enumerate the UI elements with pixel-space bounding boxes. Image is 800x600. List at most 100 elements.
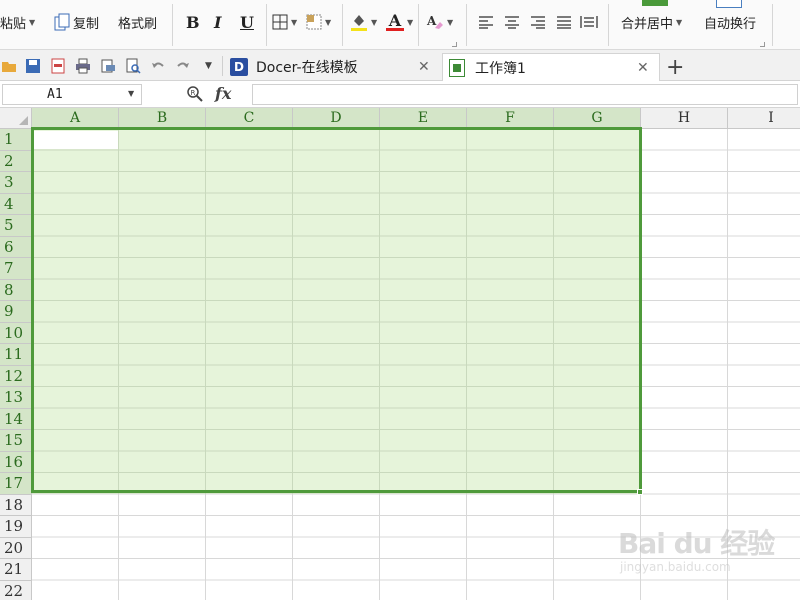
tab-label: Docer-在线模板 — [256, 60, 358, 76]
new-tab-button[interactable]: + — [666, 53, 684, 81]
borders-icon — [272, 14, 288, 30]
merge-icon-partial — [642, 0, 668, 6]
italic-button[interactable]: I — [214, 9, 221, 35]
row-header-21[interactable]: 21 — [0, 559, 32, 581]
customize-toolbar-chevron-icon[interactable]: ▼ — [205, 61, 221, 77]
row-header-10[interactable]: 10 — [0, 322, 32, 344]
column-header-g[interactable]: G — [554, 108, 641, 129]
fill-handle[interactable] — [637, 489, 643, 495]
export-pdf-icon[interactable] — [50, 58, 66, 74]
row-header-14[interactable]: 14 — [0, 408, 32, 430]
row-header-22[interactable]: 22 — [0, 580, 32, 600]
merge-center-button[interactable]: 合并居中 ▼ — [621, 9, 682, 35]
wrap-icon-partial — [716, 0, 742, 8]
fill-color-button[interactable]: ▼ — [350, 9, 377, 35]
align-right-button[interactable] — [530, 9, 546, 35]
row-header-4[interactable]: 4 — [0, 193, 32, 215]
column-header-a[interactable]: A — [32, 108, 119, 129]
row-header-19[interactable]: 19 — [0, 516, 32, 538]
chevron-down-icon[interactable]: ▼ — [447, 18, 453, 27]
column-header-f[interactable]: F — [467, 108, 554, 129]
paste-button[interactable]: 粘贴 ▼ — [0, 9, 35, 35]
clear-format-button[interactable]: A ▼ — [426, 9, 453, 35]
column-header-h[interactable]: H — [641, 108, 728, 129]
name-box[interactable]: A1 — [2, 84, 142, 105]
format-painter-button[interactable]: 格式刷 — [118, 9, 157, 35]
save-icon[interactable] — [25, 58, 41, 74]
row-header-15[interactable]: 15 — [0, 430, 32, 452]
row-header-11[interactable]: 11 — [0, 344, 32, 366]
svg-text:R: R — [191, 89, 196, 97]
alignment-group-launcher-icon[interactable] — [760, 42, 765, 47]
row-header-5[interactable]: 5 — [0, 215, 32, 237]
font-color-button[interactable]: A ▼ — [386, 9, 413, 35]
chevron-down-icon[interactable]: ▼ — [371, 18, 377, 27]
align-right-icon — [530, 15, 546, 29]
find-icon[interactable] — [125, 58, 141, 74]
zoom-icon[interactable]: R — [186, 85, 204, 107]
wrap-text-button[interactable]: 自动换行 — [704, 9, 756, 35]
justify-icon — [556, 15, 572, 29]
font-color-icon: A — [386, 12, 404, 31]
chevron-down-icon[interactable]: ▼ — [291, 18, 297, 27]
row-header-9[interactable]: 9 — [0, 301, 32, 323]
close-icon[interactable]: ✕ — [418, 59, 430, 75]
row-header-7[interactable]: 7 — [0, 258, 32, 280]
font-group-launcher-icon[interactable] — [452, 42, 457, 47]
align-left-button[interactable] — [478, 9, 494, 35]
open-folder-icon[interactable] — [2, 58, 18, 74]
align-left-icon — [478, 15, 494, 29]
chevron-down-icon[interactable]: ▼ — [676, 18, 682, 27]
bold-button[interactable]: B — [186, 9, 200, 35]
copy-button[interactable]: 复制 — [54, 9, 99, 35]
close-icon[interactable]: ✕ — [637, 60, 649, 76]
format-painter-label: 格式刷 — [118, 16, 158, 32]
distribute-button[interactable] — [580, 9, 598, 35]
row-header-8[interactable]: 8 — [0, 279, 32, 301]
docer-icon: D — [230, 58, 248, 76]
chevron-down-icon[interactable]: ▼ — [29, 18, 35, 27]
select-all-corner[interactable] — [0, 108, 32, 129]
column-header-i[interactable]: I — [728, 108, 800, 129]
cell-style-button[interactable]: ▼ — [306, 9, 331, 35]
justify-button[interactable] — [556, 9, 572, 35]
formula-input[interactable] — [252, 84, 798, 105]
align-center-icon — [504, 15, 520, 29]
undo-icon[interactable] — [150, 58, 166, 74]
align-center-button[interactable] — [504, 9, 520, 35]
row-header-2[interactable]: 2 — [0, 150, 32, 172]
chevron-down-icon[interactable]: ▼ — [407, 18, 413, 27]
paste-label: 粘贴 — [0, 16, 27, 32]
tab-docer[interactable]: D Docer-在线模板 ✕ — [230, 53, 440, 81]
row-header-1[interactable]: 1 — [0, 129, 32, 151]
row-header-18[interactable]: 18 — [0, 494, 32, 516]
row-header-20[interactable]: 20 — [0, 537, 32, 559]
tab-label: 工作簿1 — [475, 60, 526, 77]
row-header-6[interactable]: 6 — [0, 236, 32, 258]
underline-button[interactable]: U — [240, 9, 254, 35]
document-tab-bar: ▼ D Docer-在线模板 ✕ 工作簿1 ✕ + — [0, 50, 800, 81]
copy-icon — [54, 13, 70, 31]
select-all-triangle-icon — [19, 116, 28, 125]
chevron-down-icon[interactable]: ▼ — [325, 18, 331, 27]
column-header-c[interactable]: C — [206, 108, 293, 129]
divider — [608, 4, 609, 46]
column-header-b[interactable]: B — [119, 108, 206, 129]
font-color-bar — [386, 27, 404, 31]
chevron-down-icon[interactable]: ▼ — [128, 89, 134, 98]
row-header-13[interactable]: 13 — [0, 387, 32, 409]
column-header-d[interactable]: D — [293, 108, 380, 129]
row-header-3[interactable]: 3 — [0, 172, 32, 194]
redo-icon[interactable] — [175, 58, 191, 74]
row-header-17[interactable]: 17 — [0, 473, 32, 495]
row-header-12[interactable]: 12 — [0, 365, 32, 387]
tab-workbook[interactable]: 工作簿1 ✕ — [442, 53, 660, 81]
fx-icon[interactable]: fx — [215, 84, 231, 103]
eraser-icon: A — [426, 13, 444, 31]
plus-icon: + — [666, 54, 685, 80]
row-header-16[interactable]: 16 — [0, 451, 32, 473]
borders-button[interactable]: ▼ — [272, 9, 297, 35]
print-icon[interactable] — [75, 58, 91, 74]
column-header-e[interactable]: E — [380, 108, 467, 129]
print-preview-icon[interactable] — [100, 58, 116, 74]
